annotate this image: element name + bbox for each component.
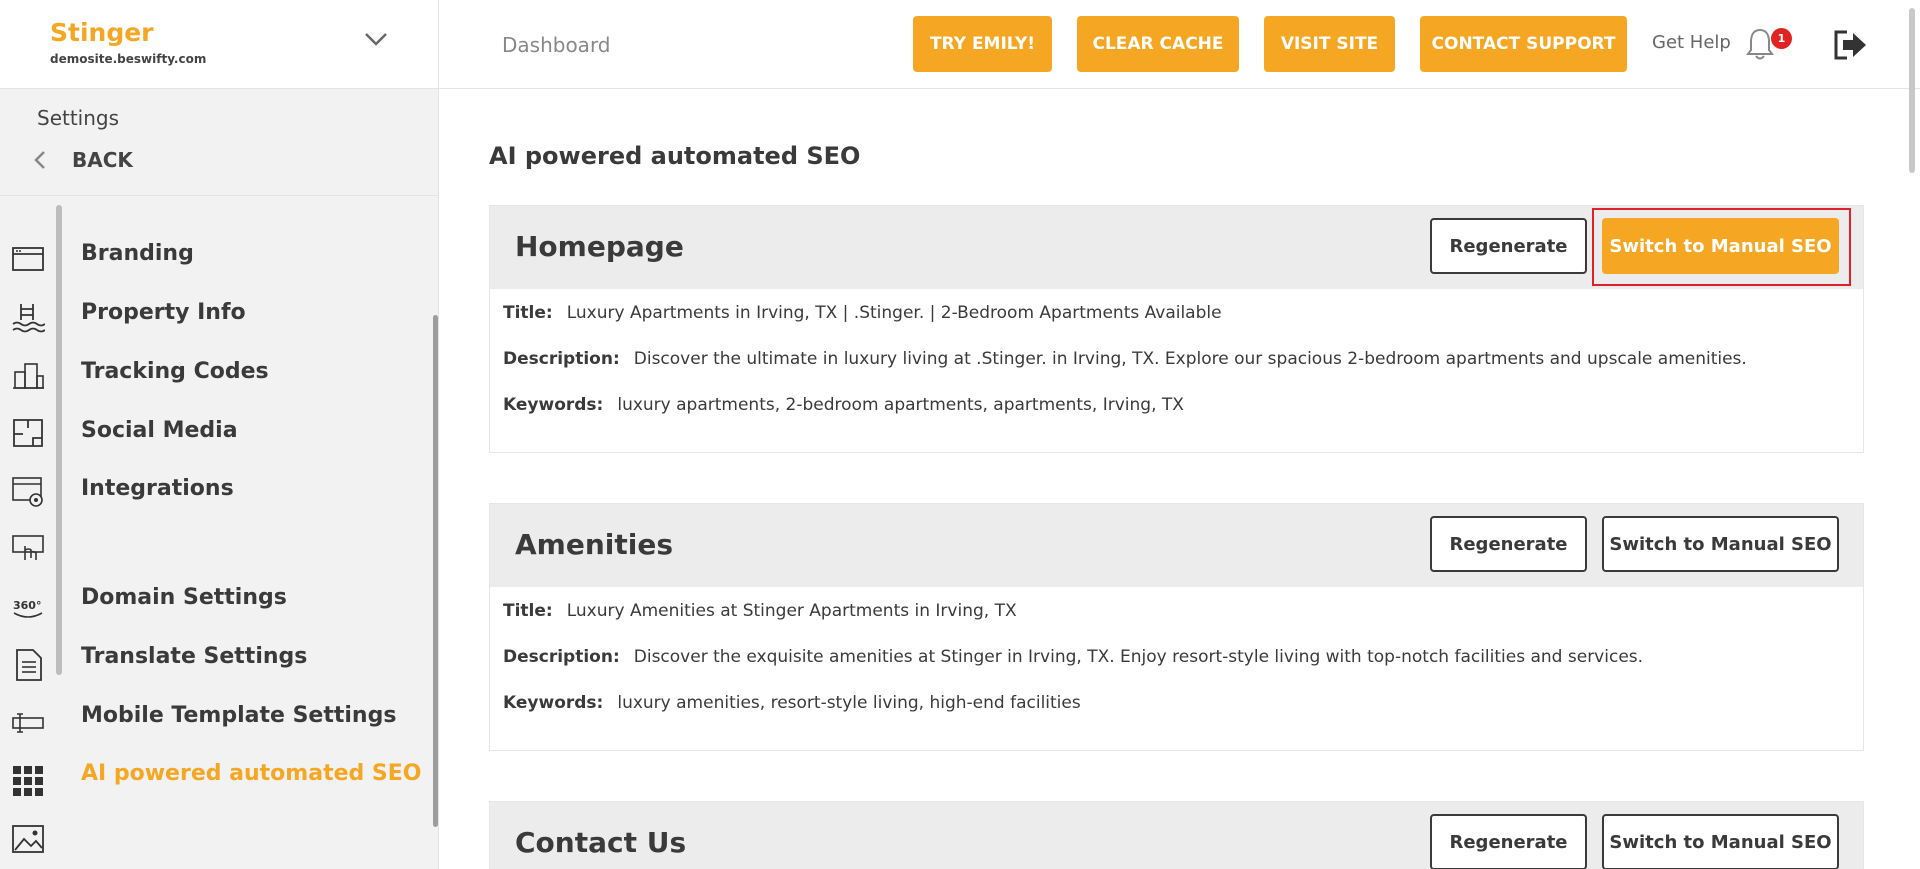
card-title: Contact Us [515,826,687,859]
logout-icon[interactable] [1831,28,1869,62]
page-scrollbar[interactable] [1909,8,1915,173]
card-title: Amenities [515,528,674,561]
browser-settings-icon[interactable] [11,474,45,508]
description-label: Description: [503,647,620,667]
menu-item-ai-seo[interactable]: AI powered automated SEO [81,761,421,786]
text-input-icon[interactable] [11,706,45,740]
regenerate-button[interactable]: Regenerate [1430,516,1587,572]
clear-cache-button[interactable]: CLEAR CACHE [1077,16,1239,72]
top-header: Dashboard TRY EMILY! CLEAR CACHE VISIT S… [439,0,1920,89]
tour-360-icon[interactable]: 360° [11,590,45,624]
seo-title-row: Title: Luxury Amenities at Stinger Apartm… [503,601,1850,647]
seo-description-row: Description: Discover the exquisite ameni… [503,647,1850,693]
bell-icon[interactable] [1744,26,1776,62]
description-value: Discover the exquisite amenities at Stin… [633,647,1644,667]
brand-name: Stinger [50,18,154,47]
keywords-label: Keywords: [503,395,604,415]
seo-description-row: Description: Discover the ultimate in lux… [503,349,1850,395]
card-body: Title: Luxury Amenities at Stinger Apartm… [490,587,1863,739]
touch-screen-icon[interactable] [11,532,45,566]
card-header: Homepage Regenerate Switch to Manual SEO [490,206,1863,289]
notification-badge: 1 [1771,28,1792,49]
floorplan-icon[interactable] [11,416,45,450]
title-value: Luxury Apartments in Irving, TX | .Sting… [566,303,1222,323]
breadcrumb[interactable]: Dashboard [502,33,611,57]
title-value: Luxury Amenities at Stinger Apartments i… [566,601,1017,621]
grid-apps-icon[interactable] [11,764,45,798]
menu-item-social-media[interactable]: Social Media [81,418,238,443]
keywords-value: luxury apartments, 2-bedroom apartments,… [617,395,1184,415]
visit-site-button[interactable]: VISIT SITE [1264,16,1395,72]
sidebar-scrollbar[interactable] [433,315,438,827]
switch-to-manual-seo-button[interactable]: Switch to Manual SEO [1602,516,1839,572]
regenerate-button[interactable]: Regenerate [1430,814,1587,869]
title-label: Title: [503,303,553,323]
chevron-down-icon[interactable] [362,28,390,50]
menu-item-property-info[interactable]: Property Info [81,300,246,325]
description-value: Discover the ultimate in luxury living a… [633,349,1747,369]
switch-to-manual-seo-button[interactable]: Switch to Manual SEO [1602,814,1839,869]
seo-card-amenities: Amenities Regenerate Switch to Manual SE… [489,503,1864,751]
menu-item-domain-settings[interactable]: Domain Settings [81,585,287,610]
document-icon[interactable] [11,648,45,682]
seo-card-contact-us: Contact Us Regenerate Switch to Manual S… [489,801,1864,869]
back-button[interactable]: BACK [30,147,133,173]
description-label: Description: [503,349,620,369]
browser-window-icon[interactable] [11,242,45,276]
settings-label: Settings [37,106,120,130]
menu-item-tracking-codes[interactable]: Tracking Codes [81,359,269,384]
page-title: AI powered automated SEO [489,142,861,170]
try-emily-button[interactable]: TRY EMILY! [913,16,1052,72]
brand-switcher[interactable]: Stinger demosite.beswifty.com [0,0,438,89]
contact-support-button[interactable]: CONTACT SUPPORT [1420,16,1627,72]
brand-domain: demosite.beswifty.com [50,52,207,66]
back-label: BACK [72,148,133,172]
seo-title-row: Title: Luxury Apartments in Irving, TX | … [503,303,1850,349]
card-header: Contact Us Regenerate Switch to Manual S… [490,802,1863,869]
keywords-label: Keywords: [503,693,604,713]
title-label: Title: [503,601,553,621]
get-help-link[interactable]: Get Help [1652,32,1731,53]
image-icon[interactable] [11,822,45,856]
icon-rail-scrollbar[interactable] [56,205,62,675]
card-header: Amenities Regenerate Switch to Manual SE… [490,504,1863,587]
seo-keywords-row: Keywords: luxury amenities, resort-style … [503,693,1850,739]
seo-keywords-row: Keywords: luxury apartments, 2-bedroom ap… [503,395,1850,441]
menu-item-translate-settings[interactable]: Translate Settings [81,644,307,669]
svg-text:360°: 360° [13,599,41,612]
menu-item-mobile-template-settings[interactable]: Mobile Template Settings [81,703,396,728]
chevron-left-icon [34,151,45,169]
menu-item-branding[interactable]: Branding [81,241,194,266]
regenerate-button[interactable]: Regenerate [1430,218,1587,274]
sidebar: Stinger demosite.beswifty.com Settings B… [0,0,439,869]
pool-icon[interactable] [11,300,46,334]
card-title: Homepage [515,230,684,263]
buildings-icon[interactable] [11,358,45,392]
highlight-box [1592,208,1851,286]
menu-item-integrations[interactable]: Integrations [81,476,234,501]
seo-card-homepage: Homepage Regenerate Switch to Manual SEO… [489,205,1864,453]
card-body: Title: Luxury Apartments in Irving, TX | … [490,289,1863,441]
icon-rail: 360° [0,205,60,869]
keywords-value: luxury amenities, resort-style living, h… [617,693,1081,713]
settings-header: Settings BACK [0,89,439,196]
